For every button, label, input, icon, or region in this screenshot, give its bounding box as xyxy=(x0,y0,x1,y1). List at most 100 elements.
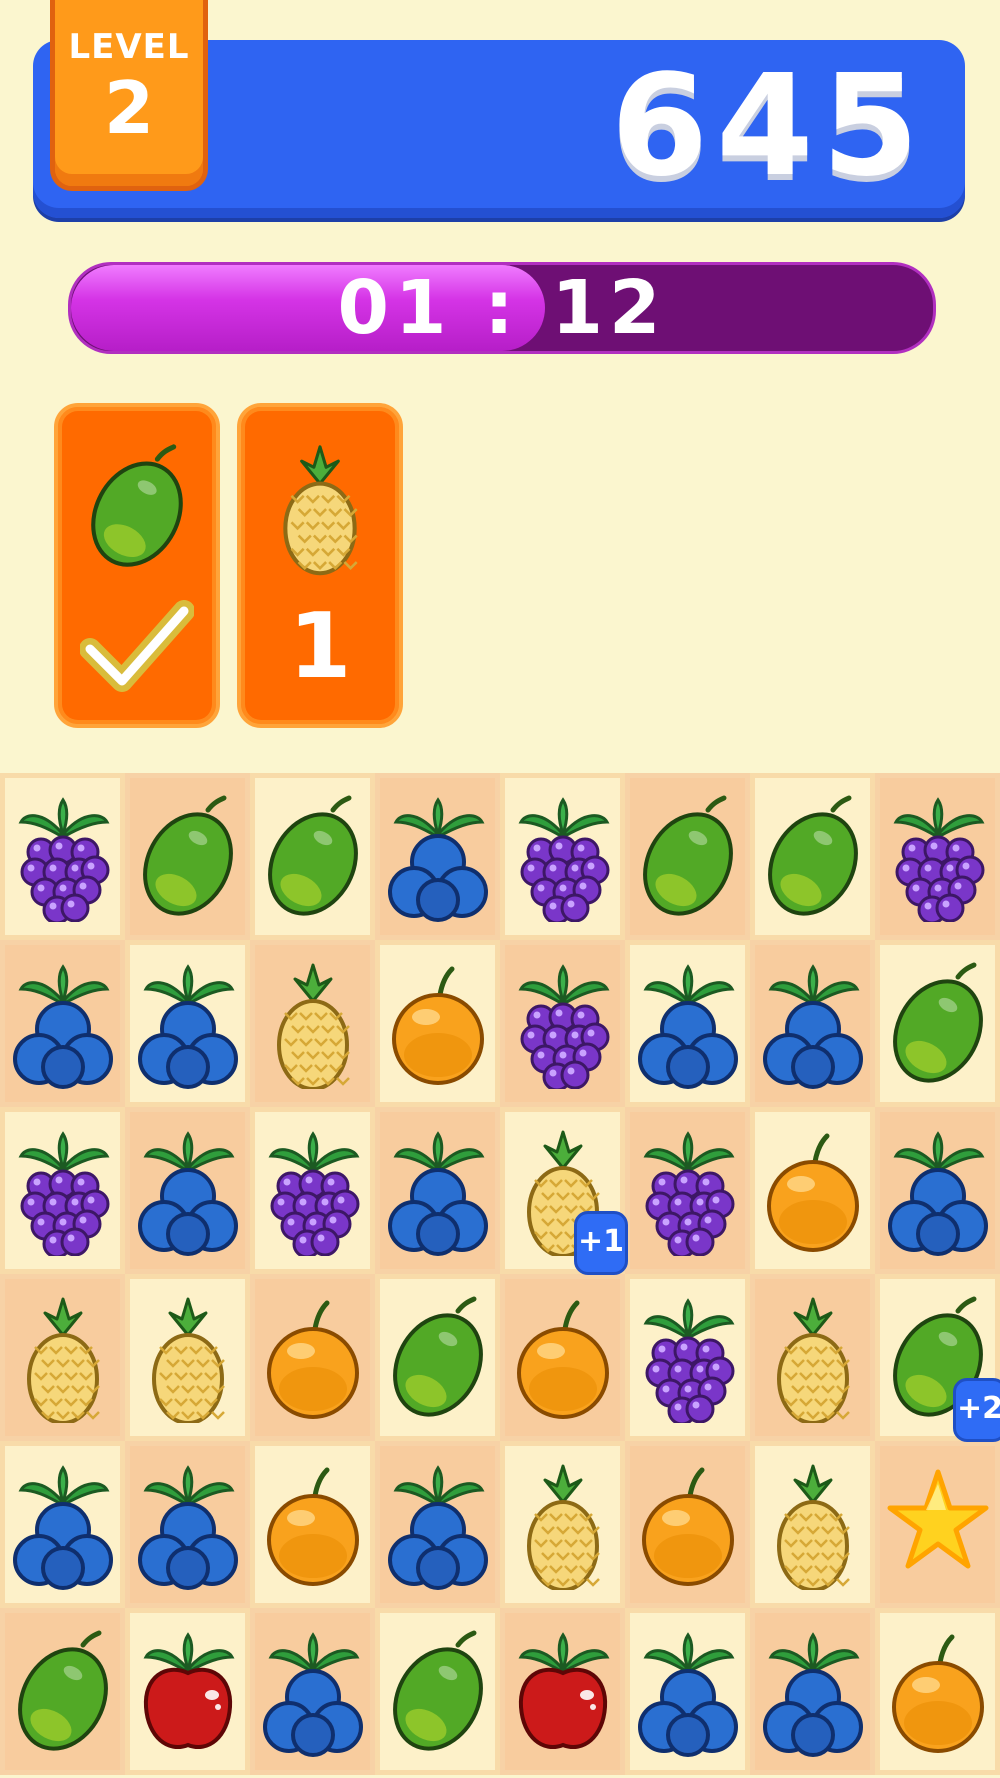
pineapple-icon xyxy=(527,1464,600,1590)
tile-pineapple[interactable] xyxy=(500,1441,625,1608)
blueberry-icon xyxy=(13,1465,113,1590)
blueberry-icon xyxy=(138,964,238,1089)
tile-pineapple[interactable] xyxy=(750,1274,875,1441)
tile-apple[interactable] xyxy=(125,1608,250,1775)
orange-icon xyxy=(267,1467,359,1586)
tile-mango[interactable] xyxy=(375,1608,500,1775)
tile-blueberry[interactable] xyxy=(750,1608,875,1775)
tile-mango[interactable] xyxy=(750,773,875,940)
tile-blueberry[interactable] xyxy=(125,1107,250,1274)
tile-mango[interactable] xyxy=(0,1608,125,1775)
tile-grape[interactable] xyxy=(875,773,1000,940)
tile-mango[interactable] xyxy=(625,773,750,940)
tile-grape[interactable] xyxy=(0,1107,125,1274)
game-board[interactable]: +1 +2 xyxy=(0,773,1000,1775)
tile-blueberry[interactable] xyxy=(625,940,750,1107)
tile-pineapple[interactable] xyxy=(750,1441,875,1608)
goal-card-pineapple: 1 xyxy=(237,403,403,728)
goal-card-mango xyxy=(54,403,220,728)
tile-orange[interactable] xyxy=(375,940,500,1107)
blueberry-icon xyxy=(388,797,488,922)
orange-icon xyxy=(892,1634,984,1753)
mango-icon xyxy=(18,1630,108,1751)
grape-icon xyxy=(518,964,610,1089)
tile-mango[interactable] xyxy=(125,773,250,940)
tile-pineapple[interactable] xyxy=(250,940,375,1107)
tile-orange[interactable] xyxy=(500,1274,625,1441)
blueberry-icon xyxy=(388,1465,488,1590)
blueberry-icon xyxy=(638,964,738,1089)
bonus-badge: +1 xyxy=(574,1211,628,1275)
grape-icon xyxy=(643,1131,735,1256)
mango-icon xyxy=(268,795,358,916)
timer-text: 01 : 12 xyxy=(337,265,667,351)
orange-icon xyxy=(642,1467,734,1586)
star-icon xyxy=(887,1469,989,1569)
tile-grape[interactable] xyxy=(625,1274,750,1441)
orange-icon xyxy=(392,966,484,1085)
tile-blueberry[interactable] xyxy=(375,1107,500,1274)
tile-mango[interactable] xyxy=(375,1274,500,1441)
tile-orange[interactable] xyxy=(250,1441,375,1608)
tile-blueberry[interactable] xyxy=(625,1608,750,1775)
tile-blueberry[interactable] xyxy=(0,1441,125,1608)
tile-orange[interactable] xyxy=(250,1274,375,1441)
tile-blueberry[interactable] xyxy=(750,940,875,1107)
tile-pineapple[interactable] xyxy=(0,1274,125,1441)
tile-blueberry[interactable] xyxy=(125,940,250,1107)
pineapple-icon xyxy=(777,1297,850,1423)
tile-blueberry[interactable] xyxy=(375,773,500,940)
blueberry-icon xyxy=(763,1632,863,1757)
mango-icon xyxy=(893,962,983,1083)
tile-grape[interactable] xyxy=(250,1107,375,1274)
blueberry-icon xyxy=(763,964,863,1089)
tile-orange[interactable] xyxy=(875,1608,1000,1775)
orange-icon xyxy=(517,1300,609,1419)
tile-grape[interactable] xyxy=(625,1107,750,1274)
grape-icon xyxy=(268,1131,360,1256)
grape-icon xyxy=(893,797,985,922)
tile-orange[interactable] xyxy=(750,1107,875,1274)
blueberry-icon xyxy=(638,1632,738,1757)
pineapple-icon xyxy=(777,1464,850,1590)
tile-blueberry[interactable] xyxy=(250,1608,375,1775)
mango-icon xyxy=(768,795,858,916)
tile-star[interactable] xyxy=(875,1441,1000,1608)
tile-blueberry[interactable] xyxy=(0,940,125,1107)
apple-icon xyxy=(143,1632,235,1749)
blueberry-icon xyxy=(138,1131,238,1256)
pineapple-icon xyxy=(152,1297,225,1423)
tile-blueberry[interactable] xyxy=(875,1107,1000,1274)
tile-blueberry[interactable] xyxy=(375,1441,500,1608)
checkmark-icon xyxy=(80,600,194,692)
orange-icon xyxy=(267,1300,359,1419)
goal-remaining-count: 1 xyxy=(288,594,352,699)
pineapple-icon xyxy=(27,1297,100,1423)
tile-mango[interactable] xyxy=(250,773,375,940)
level-label: LEVEL xyxy=(68,27,190,67)
mango-icon xyxy=(84,437,190,577)
tile-mango[interactable] xyxy=(875,940,1000,1107)
tile-grape[interactable] xyxy=(0,773,125,940)
tile-blueberry[interactable] xyxy=(125,1441,250,1608)
pineapple-icon xyxy=(277,963,350,1089)
tile-grape[interactable] xyxy=(500,773,625,940)
level-number: 2 xyxy=(103,66,155,150)
mango-icon xyxy=(393,1630,483,1751)
blueberry-icon xyxy=(263,1632,363,1757)
grape-icon xyxy=(18,797,110,922)
blueberry-icon xyxy=(388,1131,488,1256)
tile-pineapple[interactable] xyxy=(125,1274,250,1441)
blueberry-icon xyxy=(888,1131,988,1256)
tile-orange[interactable] xyxy=(625,1441,750,1608)
level-badge: LEVEL 2 xyxy=(50,0,208,191)
orange-icon xyxy=(767,1133,859,1252)
pineapple-icon xyxy=(267,437,373,577)
grape-icon xyxy=(518,797,610,922)
tile-apple[interactable] xyxy=(500,1608,625,1775)
mango-icon xyxy=(143,795,233,916)
grape-icon xyxy=(643,1298,735,1423)
timer-bar: 01 : 12 xyxy=(68,262,936,354)
tile-grape[interactable] xyxy=(500,940,625,1107)
grape-icon xyxy=(18,1131,110,1256)
